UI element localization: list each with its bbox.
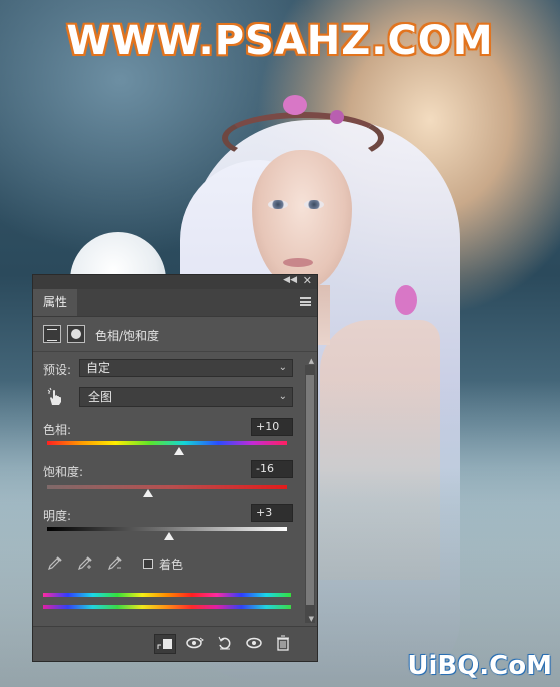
close-icon[interactable]: ✕ xyxy=(303,274,312,287)
preset-dropdown[interactable]: 自定 ⌄ xyxy=(79,359,293,377)
saturation-slider-track[interactable] xyxy=(47,485,287,489)
channel-dropdown[interactable]: 全图 ⌄ xyxy=(79,387,293,407)
preset-label: 预设: xyxy=(43,363,72,377)
hue-saturation-icon[interactable] xyxy=(43,325,61,343)
hue-slider-track[interactable] xyxy=(47,441,287,445)
hue-value-field[interactable]: +10 xyxy=(251,418,293,436)
colorize-label: 着色 xyxy=(159,558,184,572)
colorize-checkbox[interactable] xyxy=(143,559,153,569)
left-eye xyxy=(268,200,288,209)
right-eye xyxy=(304,200,324,209)
panel-menu-icon[interactable] xyxy=(300,297,311,306)
properties-panel: ◀◀ ✕ 属性 色相/饱和度 预设: 自定 ⌄ 全图 ⌄ 色相: +10 饱和度… xyxy=(32,274,318,662)
chevron-down-icon: ⌄ xyxy=(278,391,287,402)
preset-value: 自定 xyxy=(86,361,111,375)
reset-icon[interactable] xyxy=(214,634,236,654)
targeted-adjustment-hand-icon[interactable] xyxy=(47,387,63,407)
lips xyxy=(283,258,313,267)
channel-value: 全图 xyxy=(88,390,113,404)
visibility-eye-icon[interactable] xyxy=(243,634,265,654)
flower xyxy=(330,110,344,124)
scrollbar-thumb[interactable] xyxy=(306,375,314,605)
eyedropper-icon[interactable] xyxy=(47,555,63,571)
adjustment-label: 色相/饱和度 xyxy=(95,329,160,343)
eyedropper-subtract-icon[interactable] xyxy=(107,555,123,571)
panel-tabbar: 属性 xyxy=(33,289,317,317)
delete-trash-icon[interactable] xyxy=(272,634,294,654)
saturation-label: 饱和度: xyxy=(43,465,84,479)
result-color-bar xyxy=(43,605,291,609)
tab-properties[interactable]: 属性 xyxy=(33,289,77,316)
watermark: UiBQ.CoM xyxy=(407,651,552,681)
mask-icon[interactable] xyxy=(67,325,85,343)
adjustment-header: 色相/饱和度 xyxy=(43,325,303,345)
panel-footer xyxy=(33,626,317,661)
scroll-down-icon[interactable]: ▼ xyxy=(309,615,314,623)
double-chevron-icon[interactable]: ◀◀ xyxy=(283,275,297,285)
hue-label: 色相: xyxy=(43,423,72,437)
view-previous-state-icon[interactable] xyxy=(184,634,206,654)
site-title: WWW.PSAHZ.COM xyxy=(66,18,494,64)
divider xyxy=(33,351,317,352)
flower xyxy=(283,95,307,115)
lightness-value-field[interactable]: +3 xyxy=(251,504,293,522)
eyedropper-add-icon[interactable] xyxy=(77,555,93,571)
saturation-value-field[interactable]: -16 xyxy=(251,460,293,478)
panel-scrollbar[interactable] xyxy=(305,365,315,623)
source-color-bar xyxy=(43,593,291,597)
lightness-slider-track[interactable] xyxy=(47,527,287,531)
chevron-down-icon: ⌄ xyxy=(278,362,287,373)
lightness-label: 明度: xyxy=(43,509,72,523)
scroll-up-icon[interactable]: ▲ xyxy=(309,357,314,365)
clip-to-layer-icon[interactable] xyxy=(154,634,176,654)
lightness-slider-thumb[interactable] xyxy=(164,532,175,540)
hue-slider-thumb[interactable] xyxy=(174,447,184,455)
flower-crown xyxy=(222,112,384,164)
flower xyxy=(395,285,417,315)
saturation-slider-thumb[interactable] xyxy=(142,489,153,497)
panel-titlebar[interactable]: ◀◀ ✕ xyxy=(33,274,317,289)
